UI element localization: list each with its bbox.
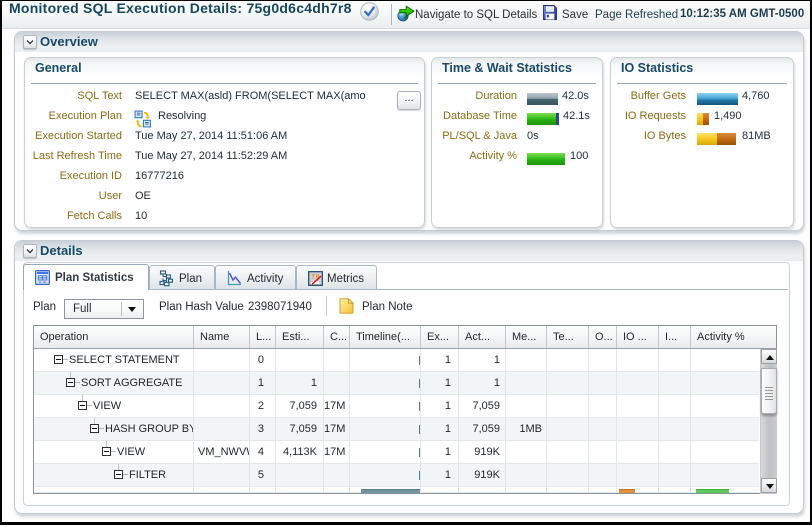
svg-text:70: 70 <box>311 273 320 280</box>
